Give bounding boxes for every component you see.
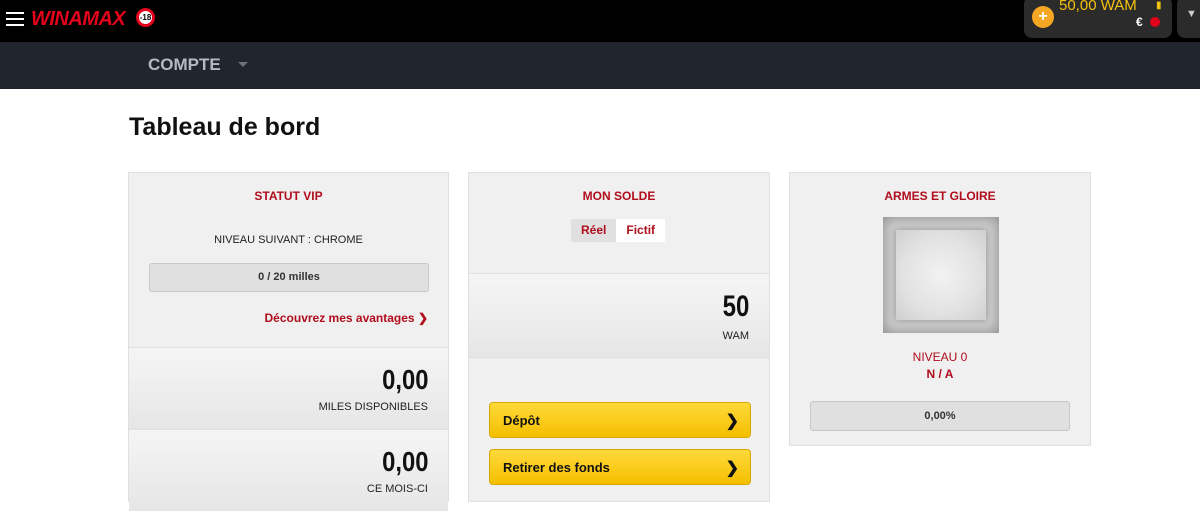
chevron-right-icon: ❯ (417, 311, 428, 325)
menu-icon[interactable] (6, 12, 24, 26)
vip-progress-bar: 0 / 20 milles (149, 263, 429, 292)
balance-block: 50 WAM (469, 273, 769, 358)
rank-badge-image (883, 217, 999, 333)
top-bar: WINAMAX -18 + 50,00 WAM ▮ € ▼ (0, 0, 1200, 42)
vip-status-card: STATUT VIP NIVEAU SUIVANT : CHROME 0 / 2… (128, 172, 449, 511)
arms-progress-bar: 0,00% (810, 401, 1070, 431)
arms-glory-card: ARMES ET GLOIRE NIVEAU 0 N / A 0,00% (789, 172, 1091, 446)
page-title: Tableau de bord (129, 113, 321, 141)
wallet-amount: 50,00 WAM (1059, 0, 1137, 14)
vip-card-title: STATUT VIP (254, 189, 323, 203)
miles-available-value: 0,00 (381, 364, 428, 395)
arms-glory-card-title: ARMES ET GLOIRE (884, 189, 996, 203)
next-level-text: NIVEAU SUIVANT : CHROME (214, 234, 363, 246)
balance-card: MON SOLDE Réel Fictif 50 WAM Dépôt ❯ Reti… (468, 172, 770, 502)
caret-down-icon[interactable] (238, 62, 248, 67)
toggle-real[interactable]: Réel (571, 219, 616, 242)
logo[interactable]: WINAMAX (31, 8, 126, 31)
miles-month-block: 0,00 CE MOIS-CI (129, 429, 448, 511)
wallet-currency: € (1136, 15, 1143, 29)
toggle-fictif[interactable]: Fictif (616, 219, 666, 242)
sub-navigation: COMPTE (0, 42, 1200, 89)
miles-month-value: 0,00 (381, 446, 428, 477)
balance-unit: WAM (722, 330, 749, 342)
withdraw-button[interactable]: Retirer des fonds ❯ (489, 449, 751, 485)
arms-level: NIVEAU 0 (912, 350, 968, 364)
cart-icon: ▮ (1156, 0, 1162, 11)
chevron-down-icon: ▼ (1186, 8, 1197, 20)
deposit-button[interactable]: Dépôt ❯ (489, 402, 751, 438)
age-restriction-badge: -18 (136, 8, 155, 27)
notification-dot-icon (1150, 17, 1160, 27)
wallet-widget[interactable]: + 50,00 WAM ▮ € (1024, 0, 1172, 38)
vip-benefits-link-label: Découvrez mes avantages (264, 311, 415, 325)
miles-available-block: 0,00 MILES DISPONIBLES (129, 347, 448, 429)
vip-benefits-link[interactable]: Découvrez mes avantages ❯ (265, 311, 428, 325)
account-menu-button[interactable]: ▼ (1177, 0, 1200, 38)
miles-month-label: CE MOIS-CI (366, 483, 428, 495)
miles-available-label: MILES DISPONIBLES (318, 401, 428, 413)
chevron-right-icon: ❯ (725, 460, 739, 477)
balance-type-toggle: Réel Fictif (571, 219, 666, 242)
chevron-right-icon: ❯ (725, 413, 739, 430)
withdraw-button-label: Retirer des fonds (503, 460, 610, 475)
balance-value: 50 (722, 290, 749, 323)
balance-card-title: MON SOLDE (582, 189, 656, 203)
deposit-button-label: Dépôt (503, 413, 540, 428)
coin-plus-icon[interactable]: + (1032, 6, 1054, 28)
rank-badge-inner (896, 230, 986, 320)
account-menu-dropdown[interactable]: COMPTE (148, 55, 221, 75)
arms-rank: N / A (926, 367, 954, 381)
